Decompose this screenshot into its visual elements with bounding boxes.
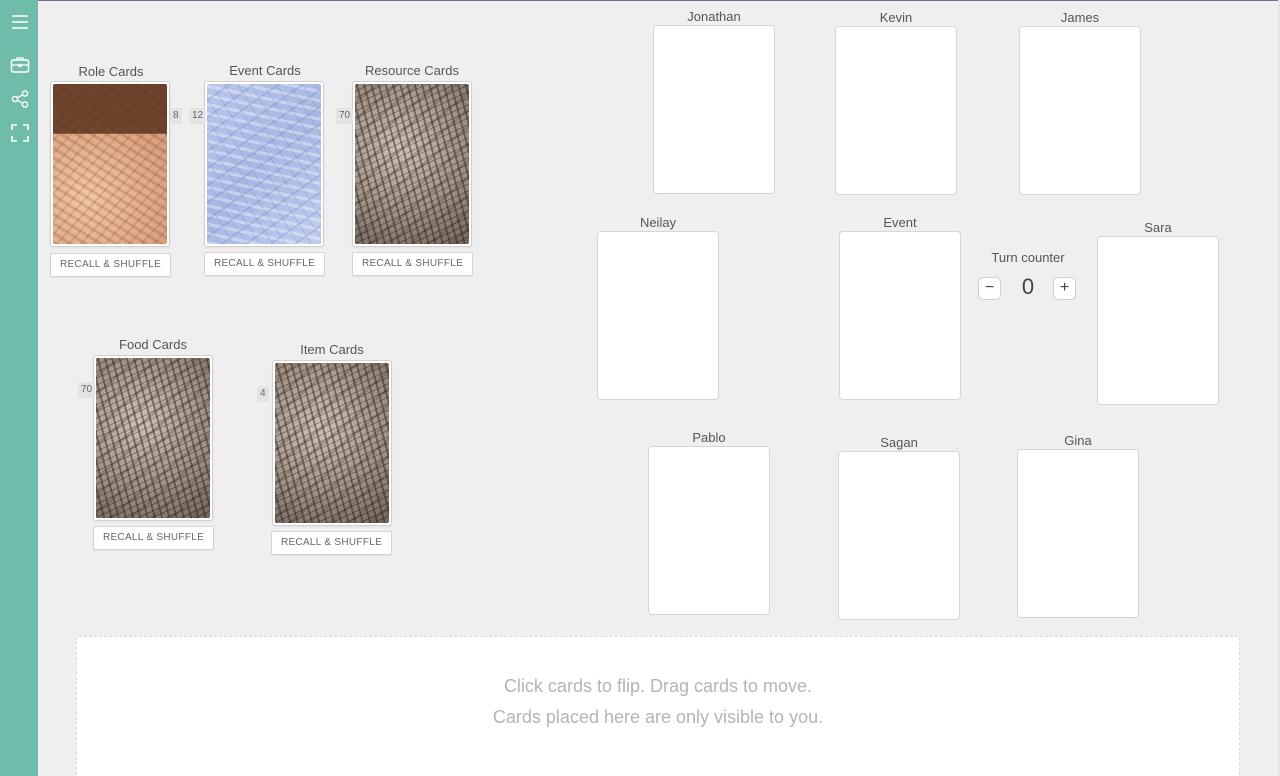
card-back-resource: [355, 84, 469, 244]
deck-item[interactable]: [272, 360, 392, 526]
slot-label-pablo: Pablo: [692, 430, 726, 445]
recall-shuffle-food-button[interactable]: RECALL & SHUFFLE: [93, 526, 214, 550]
turn-counter-controls: − 0 +: [972, 271, 1084, 305]
recall-shuffle-item-button[interactable]: RECALL & SHUFFLE: [271, 531, 392, 555]
slot-label-neilay: Neilay: [639, 215, 677, 230]
recall-shuffle-resource-button[interactable]: RECALL & SHUFFLE: [352, 252, 473, 276]
card-back-food: [96, 358, 210, 518]
slot-label-james: James: [1060, 10, 1100, 25]
deck-title-resource: Resource Cards: [365, 63, 459, 78]
slot-neilay[interactable]: [597, 231, 719, 400]
turn-counter-value: 0: [1021, 274, 1035, 299]
slot-label-gina: Gina: [1064, 433, 1092, 448]
slot-jonathan[interactable]: [653, 25, 775, 194]
card-back-event: [207, 84, 321, 244]
slot-gina[interactable]: [1017, 449, 1139, 618]
slot-event[interactable]: [839, 231, 961, 400]
deck-count-role: 8: [170, 108, 182, 124]
deck-count-resource: 70: [336, 108, 354, 124]
fullscreen-icon[interactable]: [10, 123, 30, 143]
turn-counter: Turn counter − 0 +: [972, 250, 1084, 305]
deck-title-item: Item Cards: [300, 342, 364, 357]
slot-label-event: Event: [883, 215, 917, 230]
briefcase-icon[interactable]: [10, 55, 30, 75]
turn-counter-label: Turn counter: [991, 250, 1065, 265]
hand-instructions: Click cards to flip. Drag cards to move.: [503, 676, 813, 696]
slot-label-sagan: Sagan: [880, 435, 918, 450]
card-back-role: [53, 84, 167, 244]
deck-role[interactable]: [50, 81, 170, 247]
share-icon[interactable]: [10, 89, 30, 109]
deck-count-item: 4: [257, 386, 269, 402]
recall-shuffle-role-button[interactable]: RECALL & SHUFFLE: [50, 253, 171, 277]
slot-pablo[interactable]: [648, 446, 770, 615]
card-back-item: [275, 363, 389, 523]
turn-increment-button[interactable]: +: [1053, 277, 1076, 300]
deck-title-role: Role Cards: [78, 64, 144, 79]
deck-title-food: Food Cards: [119, 337, 187, 352]
top-border: [0, 0, 1280, 1]
recall-shuffle-event-button[interactable]: RECALL & SHUFFLE: [204, 252, 325, 276]
slot-label-sara: Sara: [1144, 220, 1172, 235]
deck-count-event: 12: [189, 108, 207, 124]
deck-resource[interactable]: [352, 81, 472, 247]
deck-food[interactable]: [93, 355, 213, 521]
deck-event[interactable]: [204, 81, 324, 247]
slot-sara[interactable]: [1097, 236, 1219, 405]
slot-sagan[interactable]: [838, 451, 960, 620]
slot-kevin[interactable]: [835, 26, 957, 195]
sidebar: [0, 0, 38, 776]
private-hand-area[interactable]: Click cards to flip. Drag cards to move.…: [76, 636, 1240, 776]
turn-decrement-button[interactable]: −: [978, 277, 1001, 300]
menu-icon[interactable]: [10, 12, 30, 32]
slot-label-jonathan: Jonathan: [687, 9, 741, 24]
deck-count-food: 70: [78, 382, 96, 398]
slot-james[interactable]: [1019, 26, 1141, 195]
deck-title-event: Event Cards: [229, 63, 301, 78]
hand-privacy-note: Cards placed here are only visible to yo…: [492, 707, 824, 727]
slot-label-kevin: Kevin: [879, 10, 913, 25]
